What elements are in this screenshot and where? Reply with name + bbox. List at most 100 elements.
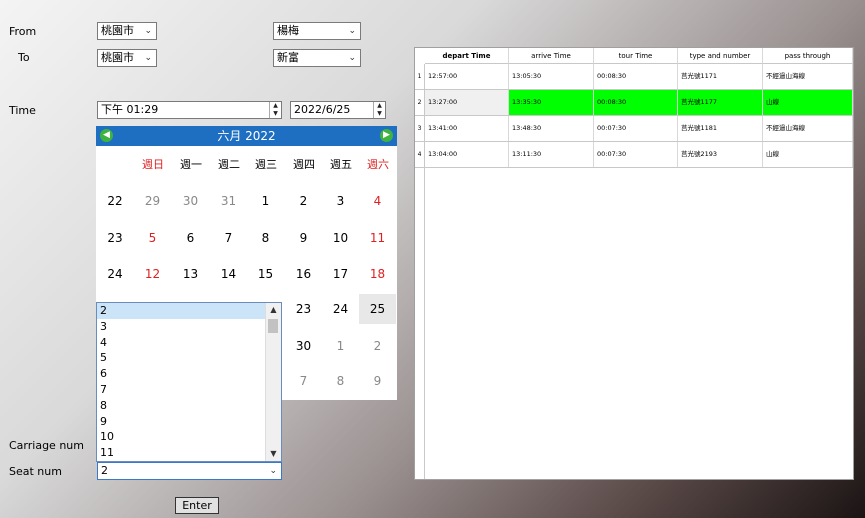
calendar-day[interactable]: 4 (359, 186, 396, 216)
time-picker[interactable]: 下午 01:29 ▲ ▼ (97, 101, 282, 119)
table-cell[interactable]: 00:07:30 (594, 116, 678, 141)
list-item[interactable]: 3 (97, 319, 266, 335)
calendar-day[interactable]: 8 (247, 223, 284, 253)
row-header[interactable]: 1 (415, 64, 425, 89)
table-cell[interactable]: 13:27:00 (425, 90, 509, 115)
calendar-day[interactable]: 9 (285, 223, 322, 253)
calendar-day[interactable]: 6 (172, 223, 209, 253)
table-cell[interactable]: 莒光號1181 (678, 116, 763, 141)
table-row[interactable]: 1 12:57:00 13:05:30 00:08:30 莒光號1171 不經過山海線 (415, 64, 853, 90)
from-station-select[interactable]: 楊梅 ⌄ (273, 22, 361, 40)
weekday-header: 週五 (330, 158, 352, 171)
to-station-select[interactable]: 新富 ⌄ (273, 49, 361, 67)
spin-down-icon[interactable]: ▼ (374, 110, 385, 118)
calendar-title[interactable]: 六月 2022 (96, 126, 397, 146)
list-item[interactable]: 5 (97, 350, 266, 366)
results-table[interactable]: depart Time arrive Time tour Time type and … (414, 47, 854, 480)
table-cell[interactable]: 13:35:30 (509, 90, 594, 115)
date-spinner[interactable]: ▲ ▼ (373, 102, 385, 118)
table-cell[interactable]: 莒光號1171 (678, 64, 763, 89)
list-item[interactable]: 7 (97, 382, 266, 398)
table-cell[interactable]: 00:08:30 (594, 90, 678, 115)
calendar-day[interactable]: 8 (322, 366, 359, 396)
calendar-day[interactable]: 16 (285, 259, 322, 289)
calendar-day[interactable]: 15 (247, 259, 284, 289)
time-label: Time (9, 104, 36, 117)
date-value: 2022/6/25 (294, 103, 351, 116)
next-month-icon[interactable]: ▶ (380, 129, 393, 142)
calendar-day[interactable]: 30 (285, 331, 322, 361)
scroll-up-icon[interactable]: ▲ (266, 303, 281, 317)
table-cell[interactable]: 00:08:30 (594, 64, 678, 89)
calendar-day[interactable]: 7 (210, 223, 247, 253)
calendar-day[interactable]: 3 (322, 186, 359, 216)
date-picker[interactable]: 2022/6/25 ▲ ▼ (290, 101, 386, 119)
calendar-day[interactable]: 29 (134, 186, 171, 216)
table-cell[interactable]: 12:57:00 (425, 64, 509, 89)
table-cell[interactable]: 山線 (763, 142, 853, 167)
list-item[interactable]: 10 (97, 429, 266, 445)
chevron-down-icon: ⌄ (144, 26, 152, 36)
calendar-day[interactable]: 17 (322, 259, 359, 289)
table-cell[interactable]: 13:41:00 (425, 116, 509, 141)
calendar-day[interactable]: 10 (322, 223, 359, 253)
chevron-down-icon: ⌄ (348, 26, 356, 36)
table-cell[interactable]: 00:07:30 (594, 142, 678, 167)
column-header[interactable]: depart Time (425, 48, 509, 64)
enter-button[interactable]: Enter (175, 497, 219, 514)
calendar-day[interactable]: 14 (210, 259, 247, 289)
row-header[interactable]: 3 (415, 116, 425, 141)
calendar-day[interactable]: 24 (322, 294, 359, 324)
list-item[interactable]: 2 (97, 303, 266, 319)
table-cell[interactable]: 13:48:30 (509, 116, 594, 141)
calendar-day[interactable]: 25 (359, 294, 396, 324)
list-item[interactable]: 9 (97, 414, 266, 430)
to-city-select[interactable]: 桃園市 ⌄ (97, 49, 157, 67)
list-item[interactable]: 8 (97, 398, 266, 414)
table-cell[interactable]: 莒光號2193 (678, 142, 763, 167)
calendar-day[interactable]: 23 (285, 294, 322, 324)
calendar-day[interactable]: 9 (359, 366, 396, 396)
table-row[interactable]: 3 13:41:00 13:48:30 00:07:30 莒光號1181 不經過山海線 (415, 116, 853, 142)
row-header[interactable]: 4 (415, 142, 425, 167)
scroll-thumb[interactable] (268, 319, 278, 333)
list-item[interactable]: 6 (97, 366, 266, 382)
calendar-day[interactable]: 2 (359, 331, 396, 361)
list-item[interactable]: 11 (97, 445, 266, 461)
scroll-down-icon[interactable]: ▼ (266, 447, 281, 461)
column-header[interactable]: tour Time (594, 48, 678, 64)
calendar-day[interactable]: 12 (134, 259, 171, 289)
seat-select[interactable]: 2 ⌄ (97, 462, 282, 480)
calendar-day[interactable]: 1 (322, 331, 359, 361)
calendar-day[interactable]: 2 (285, 186, 322, 216)
calendar-day[interactable]: 18 (359, 259, 396, 289)
spin-down-icon[interactable]: ▼ (270, 110, 281, 118)
list-item[interactable]: 4 (97, 335, 266, 351)
column-header[interactable]: pass through (763, 48, 853, 64)
row-header[interactable]: 2 (415, 90, 425, 115)
calendar-day[interactable]: 5 (134, 223, 171, 253)
calendar-day[interactable]: 30 (172, 186, 209, 216)
table-cell[interactable]: 不經過山海線 (763, 116, 853, 141)
calendar-day[interactable]: 1 (247, 186, 284, 216)
table-cell[interactable]: 不經過山海線 (763, 64, 853, 89)
list-scrollbar[interactable]: ▲ ▼ (265, 303, 281, 461)
column-header[interactable]: type and number (678, 48, 763, 64)
calendar-day[interactable]: 11 (359, 223, 396, 253)
table-cell[interactable]: 13:05:30 (509, 64, 594, 89)
column-header[interactable]: arrive Time (509, 48, 594, 64)
table-cell[interactable]: 13:04:00 (425, 142, 509, 167)
calendar-day[interactable]: 31 (210, 186, 247, 216)
calendar-day[interactable]: 7 (285, 366, 322, 396)
table-cell[interactable]: 莒光號1177 (678, 90, 763, 115)
from-city-select[interactable]: 桃園市 ⌄ (97, 22, 157, 40)
table-row[interactable]: 4 13:04:00 13:11:30 00:07:30 莒光號2193 山線 (415, 142, 853, 168)
spin-up-icon[interactable]: ▲ (374, 102, 385, 110)
time-spinner[interactable]: ▲ ▼ (269, 102, 281, 118)
table-row[interactable]: 2 13:27:00 13:35:30 00:08:30 莒光號1177 山線 (415, 90, 853, 116)
table-cell[interactable]: 山線 (763, 90, 853, 115)
seat-dropdown-list[interactable]: 2 3 4 5 6 7 8 9 10 11 ▲ ▼ (96, 302, 282, 462)
table-cell[interactable]: 13:11:30 (509, 142, 594, 167)
calendar-day[interactable]: 13 (172, 259, 209, 289)
spin-up-icon[interactable]: ▲ (270, 102, 281, 110)
